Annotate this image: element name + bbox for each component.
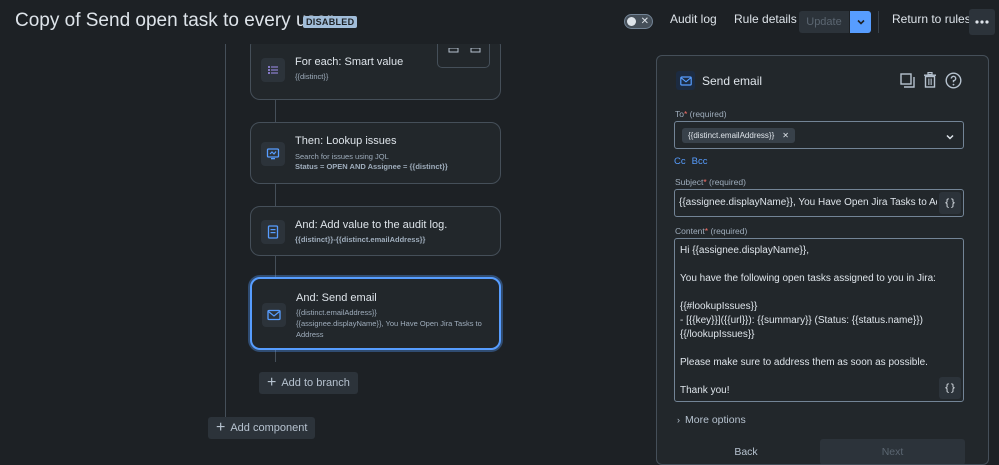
list-icon [261,58,285,82]
audit-log-card[interactable]: And: Add value to the audit log. {{disti… [250,206,501,256]
chevron-down-icon[interactable] [945,129,955,147]
add-to-branch-button[interactable]: + Add to branch [259,372,358,394]
more-actions-button[interactable] [969,9,995,35]
card-toolbar [437,44,490,68]
card-subtitle: {{distinct.emailAddress}} [296,308,377,317]
content-line: - [{{key}}]({{url}}): {{summary}} (Statu… [680,315,923,326]
card-title: For each: Smart value [295,56,404,68]
chevron-down-icon [856,19,865,25]
card-title: Then: Lookup issues [295,135,397,147]
smart-value-button[interactable]: {} [939,377,961,399]
plus-icon: + [216,419,226,436]
card-title: And: Add value to the audit log. [295,219,448,231]
card-title: And: Send email [296,292,377,304]
subject-value: {{assignee.displayName}}, You Have Open … [679,197,937,208]
audit-log-button[interactable]: Audit log [670,12,717,26]
content-line: You have the following open tasks assign… [680,273,936,284]
update-dropdown-button[interactable] [850,11,871,33]
card-subtitle: Search for issues using JQL [295,152,389,161]
main-flow-line [225,44,226,419]
return-to-rules-button[interactable]: Return to rules [892,12,971,26]
content-line [680,286,936,300]
cc-link[interactable]: Cc [674,156,686,167]
remove-recipient-icon[interactable]: ✕ [782,131,789,140]
chevron-right-icon: › [677,415,680,425]
top-bar: Copy of Send open task to every user DIS… [0,0,999,44]
rule-canvas: For each: Smart value {{distinct}} Then:… [0,44,650,465]
card-subtitle: {{assignee.displayName}}, You Have Open … [296,319,482,328]
status-badge: DISABLED [303,16,358,28]
toggle-off-icon: ✕ [640,16,649,27]
copy-icon[interactable] [448,48,459,53]
more-options-label: More options [685,414,746,426]
mail-icon [262,303,286,327]
card-jql: Status = OPEN AND Assignee = {{distinct}… [295,162,448,171]
content-line [680,258,936,272]
help-icon[interactable] [944,70,962,90]
lookup-issues-card[interactable]: Then: Lookup issues Search for issues us… [250,122,501,184]
delete-icon[interactable] [470,48,481,53]
audit-log-icon [261,220,285,244]
smart-value-button[interactable]: {} [939,192,961,214]
add-to-branch-label: Add to branch [281,377,350,389]
rule-details-button[interactable]: Rule details [734,12,797,26]
content-value: Hi {{assignee.displayName}}, You have th… [680,244,936,398]
card-subtitle: {{distinct}}-{{distinct.emailAddress}} [295,235,426,244]
content-field[interactable]: Hi {{assignee.displayName}}, You have th… [674,238,964,402]
duplicate-icon[interactable] [898,70,916,90]
send-email-card[interactable]: And: Send email {{distinct.emailAddress}… [250,277,501,350]
card-subtitle: {{distinct}} [295,72,329,81]
back-button[interactable]: Back [704,439,788,464]
to-label: To* (required) [675,109,727,119]
add-component-button[interactable]: + Add component [208,417,316,439]
content-line: Thank you! [680,385,730,396]
recipient-chip-label: {{distinct.emailAddress}} [688,131,775,140]
to-field[interactable]: {{distinct.emailAddress}} ✕ [674,121,964,149]
update-button[interactable]: Update [799,11,849,33]
subject-field[interactable]: {{assignee.displayName}}, You Have Open … [674,189,964,217]
divider [878,11,879,33]
rule-enabled-toggle[interactable]: ✕ [624,14,653,29]
lookup-icon [261,142,285,166]
content-line [680,370,936,384]
content-line [680,342,936,356]
subject-label: Subject* (required) [675,177,746,187]
plus-icon: + [267,374,277,391]
send-email-panel: Send email To* (required) {{distinct.ema… [656,55,989,465]
page-title: Copy of Send open task to every user [15,10,333,31]
add-component-label: Add component [230,422,308,434]
panel-title: Send email [702,74,763,88]
bcc-link[interactable]: Bcc [692,156,708,167]
content-line: {{/lookupIssues}} [680,329,755,340]
next-button[interactable]: Next [820,439,965,464]
content-label: Content* (required) [675,226,748,236]
cc-bcc-links: Cc Bcc [674,156,713,167]
mail-icon [676,71,695,90]
trash-icon[interactable] [921,70,939,90]
content-line: Please make sure to address them as soon… [680,357,928,368]
toggle-knob [627,17,636,26]
card-subtitle: Address [296,330,324,339]
more-icon [975,20,989,24]
recipient-chip: {{distinct.emailAddress}} ✕ [682,128,795,143]
content-line: Hi {{assignee.displayName}}, [680,245,809,256]
content-line: {{#lookupIssues}} [680,301,758,312]
more-options-toggle[interactable]: › More options [677,414,746,426]
